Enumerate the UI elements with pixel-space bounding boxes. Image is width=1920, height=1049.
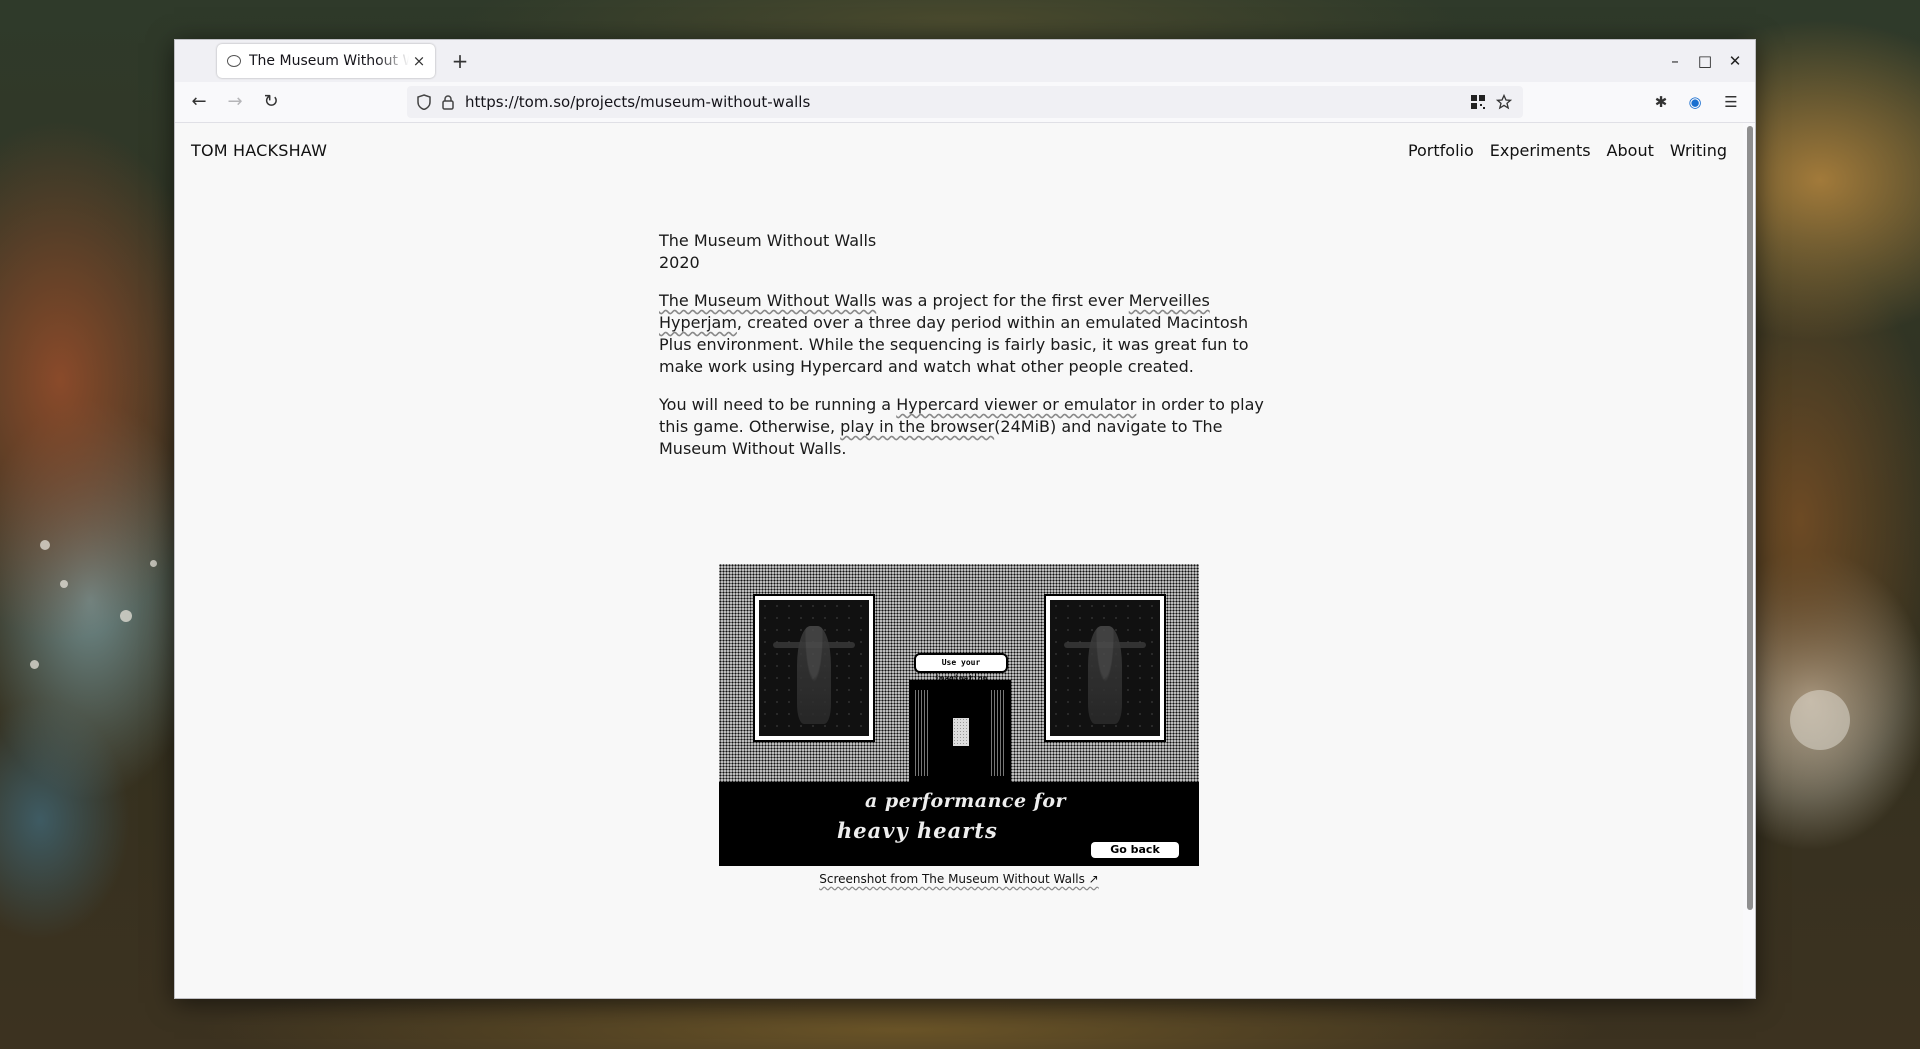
project-year: 2020 (659, 253, 700, 272)
account-icon[interactable]: ◉ (1681, 88, 1709, 116)
reload-button[interactable]: ↻ (257, 88, 285, 116)
painting-figure (1088, 626, 1122, 724)
page-favicon-icon (227, 55, 241, 67)
painting-frame-left (753, 594, 875, 742)
extension-icon[interactable]: ✱ (1647, 88, 1675, 116)
tab-bar: The Museum Without Walls × + – □ ✕ (175, 40, 1755, 82)
wallpaper-flower (40, 540, 50, 550)
nav-about[interactable]: About (1607, 141, 1654, 160)
forward-button[interactable]: → (221, 88, 249, 116)
wallpaper-flower (60, 580, 68, 588)
site-navigation: Portfolio Experiments About Writing (1408, 141, 1727, 160)
site-logo[interactable]: TOM HACKSHAW (191, 141, 327, 160)
page-scrollbar[interactable] (1747, 126, 1753, 910)
doorway-wall (915, 690, 929, 776)
project-article: The Museum Without Walls 2020 The Museum… (659, 230, 1269, 476)
painting-canvas (759, 600, 869, 736)
painting-canvas (1050, 600, 1160, 736)
tab-title: The Museum Without Walls (249, 53, 409, 69)
wallpaper-flower (1790, 690, 1850, 750)
link-hypercard-viewer[interactable]: Hypercard viewer or emulator (896, 395, 1136, 414)
hypercard-screenshot: Use your imagination a performance for h… (719, 564, 1199, 866)
project-title: The Museum Without Walls (659, 231, 877, 250)
paragraph-intro: The Museum Without Walls was a project f… (659, 290, 1269, 378)
paragraph-text: You will need to be running a (659, 395, 897, 414)
nav-experiments[interactable]: Experiments (1490, 141, 1591, 160)
doorway (909, 680, 1011, 782)
tab-close-icon[interactable]: × (409, 52, 429, 70)
back-button[interactable]: ← (185, 88, 213, 116)
painting-frame-right (1044, 594, 1166, 742)
painting-figure (797, 626, 831, 724)
browser-window: The Museum Without Walls × + – □ ✕ ← → ↻… (174, 39, 1756, 999)
caption-link[interactable]: Screenshot from The Museum Without Walls… (819, 872, 1099, 886)
minimize-button[interactable]: – (1661, 48, 1689, 74)
qr-code-icon[interactable] (1465, 94, 1491, 110)
link-museum-without-walls[interactable]: The Museum Without Walls (659, 291, 876, 310)
banner-text-line2: heavy hearts (837, 818, 998, 843)
figure-caption: Screenshot from The Museum Without Walls… (719, 872, 1199, 886)
link-play-in-browser[interactable]: play in the browser (840, 417, 994, 436)
lock-icon[interactable] (441, 94, 455, 110)
nav-writing[interactable]: Writing (1670, 141, 1727, 160)
banner-text-line1: a performance for (865, 790, 1067, 812)
doorway-light (953, 718, 969, 746)
paragraph-text: was a project for the first ever (876, 291, 1129, 310)
page-content: TOM HACKSHAW Portfolio Experiments About… (175, 123, 1743, 998)
maximize-button[interactable]: □ (1691, 48, 1719, 74)
nav-portfolio[interactable]: Portfolio (1408, 141, 1474, 160)
navigation-toolbar: ← → ↻ https://tom.so/projects/museum-wit… (175, 82, 1755, 123)
paragraph-instructions: You will need to be running a Hypercard … (659, 394, 1269, 460)
project-figure: Use your imagination a performance for h… (719, 564, 1199, 886)
wallpaper-flower (150, 560, 157, 567)
imagination-button: Use your imagination (914, 653, 1008, 683)
go-back-button: Go back (1091, 842, 1179, 858)
shield-icon[interactable] (417, 94, 431, 110)
tab-active[interactable]: The Museum Without Walls × (217, 44, 435, 78)
wallpaper-flower (120, 610, 132, 622)
address-bar[interactable]: https://tom.so/projects/museum-without-w… (407, 86, 1523, 118)
new-tab-button[interactable]: + (447, 48, 473, 74)
paragraph-text: , created over a three day period within… (659, 313, 1249, 376)
url-text[interactable]: https://tom.so/projects/museum-without-w… (465, 93, 1465, 111)
menu-icon[interactable]: ☰ (1717, 88, 1745, 116)
bookmark-star-icon[interactable] (1491, 94, 1517, 110)
doorway-wall (991, 690, 1005, 776)
close-window-button[interactable]: ✕ (1721, 48, 1749, 74)
wallpaper-flower (30, 660, 39, 669)
screenshot-banner: a performance for heavy hearts Go back (719, 782, 1199, 866)
project-header: The Museum Without Walls 2020 (659, 230, 1269, 274)
